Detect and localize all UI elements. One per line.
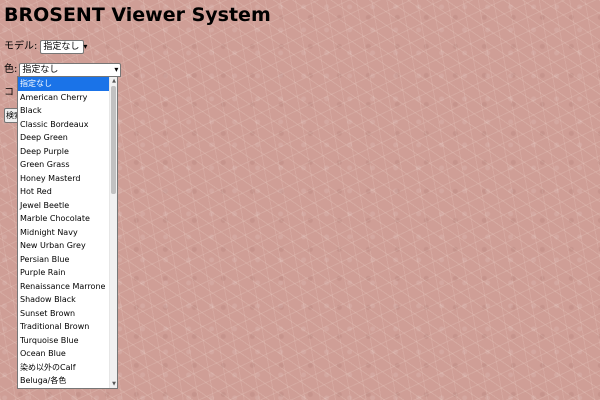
chevron-down-icon: ▾ [114, 65, 119, 74]
dropdown-option[interactable]: 染め以外のCalf [18, 361, 110, 375]
dropdown-option[interactable]: Deep Green [18, 131, 110, 145]
model-label: モデル: [4, 41, 38, 52]
dropdown-option[interactable]: Purple Rain [18, 266, 110, 280]
dropdown-option[interactable]: Beluga/各色 [18, 374, 110, 388]
dropdown-option[interactable]: Classic Bordeaux [18, 118, 110, 132]
dropdown-option[interactable]: Shadow Black [18, 293, 110, 307]
dropdown-option[interactable]: Deep Purple [18, 145, 110, 159]
dropdown-option[interactable]: Honey Masterd [18, 172, 110, 186]
dropdown-option[interactable]: 指定なし [18, 77, 110, 91]
color-label: 色: [4, 64, 18, 75]
dropdown-option[interactable]: Black [18, 104, 110, 118]
color-row: 色: 指定なし ▾ [4, 63, 122, 77]
obscured-label: コ [4, 87, 14, 98]
dropdown-option[interactable]: New Urban Grey [18, 239, 110, 253]
scroll-down-icon[interactable]: ▼ [110, 380, 117, 388]
page-title: BROSENT Viewer System [4, 4, 271, 26]
chevron-down-icon: ▾ [83, 42, 88, 51]
color-dropdown-list[interactable]: 指定なし American Cherry Black Classic Bordeaux… [17, 76, 118, 389]
dropdown-option[interactable]: Traditional Brown [18, 320, 110, 334]
dropdown-option[interactable]: Sunset Brown [18, 307, 110, 321]
obscured-row: コ [4, 86, 14, 100]
dropdown-option[interactable]: Hot Red [18, 185, 110, 199]
dropdown-option[interactable]: Midnight Navy [18, 226, 110, 240]
dropdown-option[interactable]: Renaissance Marrone [18, 280, 110, 294]
dropdown-option[interactable]: Persian Blue [18, 253, 110, 267]
dropdown-option[interactable]: Ocean Blue [18, 347, 110, 361]
scroll-up-icon[interactable]: ▲ [110, 77, 117, 85]
model-select[interactable]: 指定なし ▾ [40, 40, 88, 54]
dropdown-option[interactable]: Marble Chocolate [18, 212, 110, 226]
color-select-value: 指定なし [22, 65, 59, 75]
dropdown-option[interactable]: Jewel Beetle [18, 199, 110, 213]
dropdown-option[interactable]: American Cherry [18, 91, 110, 105]
model-select-value: 指定なし [43, 42, 80, 52]
dropdown-option[interactable]: Green Grass [18, 158, 110, 172]
color-options: 指定なし American Cherry Black Classic Bordeaux… [18, 77, 110, 388]
model-row: モデル: 指定なし ▾ [4, 40, 88, 54]
dropdown-scrollbar[interactable]: ▲ ▼ [109, 77, 117, 388]
color-select[interactable]: 指定なし ▾ [19, 63, 122, 77]
scrollbar-thumb[interactable] [111, 86, 116, 194]
dropdown-option[interactable]: Turquoise Blue [18, 334, 110, 348]
